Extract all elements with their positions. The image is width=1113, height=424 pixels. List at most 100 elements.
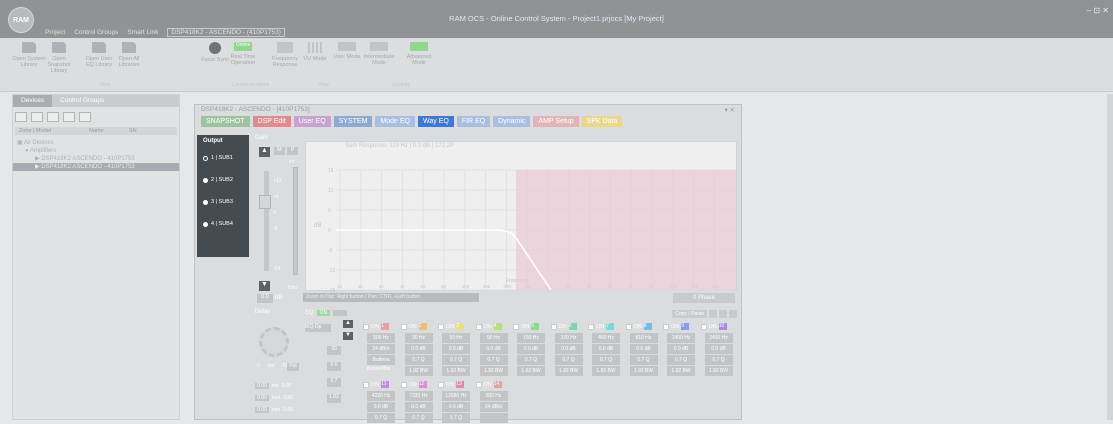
col-name[interactable]: Name xyxy=(85,127,125,135)
delay-ms-field[interactable]: 0.00 xyxy=(255,383,269,389)
eq-band-g-field[interactable]: 0.0 dB xyxy=(404,344,433,354)
tab-system[interactable]: SYSTEM xyxy=(333,116,373,127)
eq-band-g-field[interactable]: 0.0 dB xyxy=(667,344,695,354)
ribbon-button-folder[interactable]: Open User EQ Library xyxy=(82,42,116,68)
tab-dynamic[interactable]: Dynamic xyxy=(493,116,531,127)
eq-band-q-field[interactable]: 0.7 Q xyxy=(554,355,583,365)
eq-band-f-field[interactable]: 270 Hz xyxy=(554,333,583,343)
eq-band-g-field[interactable]: 0.0 dB xyxy=(517,344,545,354)
output-channel-4[interactable]: 4 | SUB4 xyxy=(197,213,249,235)
eq-band-f-field[interactable]: 12680 Hz xyxy=(442,391,470,401)
refresh-icon[interactable] xyxy=(31,112,43,122)
copy-paste-button[interactable]: Copy / Paste xyxy=(672,310,707,318)
mute-button[interactable]: M xyxy=(274,147,285,155)
eq-band-q-field[interactable]: 0.7 Q xyxy=(667,355,695,365)
tab-snapshot[interactable]: SNAPSHOT xyxy=(201,116,250,127)
eq-band-3-toggle[interactable]: ON 3 xyxy=(438,322,465,331)
eq-band-f-field[interactable]: 2430 Hz xyxy=(704,333,733,343)
tab-way-eq[interactable]: Way EQ xyxy=(418,116,454,127)
eq-bw-field[interactable]: 1.82 xyxy=(327,394,341,403)
eq-band-g-field[interactable]: 24 dB/o xyxy=(479,402,508,412)
eq-band-q-field[interactable] xyxy=(479,413,508,423)
tree-item-device-selected[interactable]: ▶ DSP418K2 ASCENDO - 410P1753 xyxy=(13,163,179,171)
delay-mm-field[interactable]: 0.00 xyxy=(255,407,269,413)
search-icon[interactable] xyxy=(15,112,27,122)
eq-band-f-field[interactable]: 460 Hz xyxy=(592,333,620,343)
eq-band-f-field[interactable]: 810 Hz xyxy=(629,333,658,343)
gain-slider-handle[interactable] xyxy=(259,195,271,209)
eq-band-f-field[interactable]: 1400 Hz xyxy=(667,333,695,343)
frequency-response-graph[interactable]: 181260-6-12-1810203040506010020030040060… xyxy=(305,141,737,294)
eq-band-q-field[interactable]: 0.7 Q xyxy=(517,355,545,365)
tab-dsp-edit[interactable]: DSP Edit xyxy=(252,116,291,127)
ribbon-button-folder[interactable]: Open System Library xyxy=(12,42,46,68)
eq-band-6-toggle[interactable]: ON 6 xyxy=(550,322,577,331)
eq-band-4-toggle[interactable]: ON 4 xyxy=(475,322,502,331)
tree-item-all-devices[interactable]: ▣ All Devices xyxy=(13,139,179,147)
tree-item-amplifiers[interactable]: ● Amplifiers xyxy=(13,147,179,155)
ribbon-button-freq-response[interactable]: Frequency Response xyxy=(268,42,302,68)
ribbon-button-realtime[interactable]: Online Real Time Operation xyxy=(226,42,260,66)
folder-icon[interactable] xyxy=(719,310,727,318)
gain-value-field[interactable]: 0.0 xyxy=(257,294,273,303)
eq-band-g-field[interactable]: 24 dB/o xyxy=(367,344,395,354)
polarity-button[interactable]: P xyxy=(287,147,298,155)
delay-reset-button[interactable]: Rst xyxy=(287,363,299,371)
eq-band-8-toggle[interactable]: ON 8 xyxy=(625,322,652,331)
tab-amp-setup[interactable]: AMP Setup xyxy=(533,116,579,127)
eq-band-bw-field[interactable]: 1.92 BW xyxy=(667,366,695,376)
eq-band-q-field[interactable]: 0.7 Q xyxy=(404,413,433,423)
eq-band-10-toggle[interactable]: ON 10 xyxy=(700,322,727,331)
ribbon-button-folder[interactable]: Open Snapshot Library xyxy=(42,42,76,74)
eq-band-f-field[interactable]: 30 Hz xyxy=(404,333,433,343)
col-sn[interactable]: SN xyxy=(125,127,141,135)
undo-icon[interactable] xyxy=(729,310,737,318)
eq-band-12-toggle[interactable]: ON 12 xyxy=(400,380,427,389)
menu-device-tab[interactable]: DSP418K2 - ASCENDO - (410P1753) xyxy=(167,28,285,37)
eq-band-g-field[interactable]: 0.0 dB xyxy=(442,402,470,412)
eq-freq-field[interactable]: 30 xyxy=(327,346,341,355)
menu-project[interactable]: Project xyxy=(45,29,65,37)
eq-band-bw-field[interactable]: 1.92 BW xyxy=(592,366,620,376)
gain-down-button[interactable]: ▼ xyxy=(259,281,270,291)
eq-band-bw-field[interactable]: 1.92 BW xyxy=(554,366,583,376)
ribbon-button-vu-meter[interactable]: VU Mode xyxy=(298,42,332,62)
eq-band-g-field[interactable]: 0.0 dB xyxy=(404,402,433,412)
eq-band-bw-field[interactable]: 1.92 BW xyxy=(479,366,508,376)
eq-band-g-field[interactable]: 0.0 dB xyxy=(629,344,658,354)
eq-band-f-field[interactable]: 50 Hz xyxy=(442,333,470,343)
collapse-icon[interactable] xyxy=(79,112,91,122)
eq-type-select[interactable]: BiQ-Dp xyxy=(305,324,331,332)
tree-item-device[interactable]: ▶ DSP418K2 ASCENDO - 410P1753 xyxy=(13,155,179,163)
menu-smart-link[interactable]: Smart Link xyxy=(127,29,158,37)
dsp-window-controls[interactable]: ▾ ✕ xyxy=(724,106,735,114)
eq-band-f-field[interactable]: 500 Hz xyxy=(479,391,508,401)
scrollbar[interactable] xyxy=(1107,94,1113,420)
tab-user-eq[interactable]: User EQ xyxy=(293,116,331,127)
output-channel-2[interactable]: 2 | SUB2 xyxy=(197,169,249,191)
ribbon-button-intermediate-mode[interactable]: Intermediate Mode xyxy=(362,42,396,66)
col-zone-model[interactable]: Zone | Model xyxy=(15,127,85,135)
eq-bypass-toggle[interactable] xyxy=(333,310,348,316)
output-channel-1[interactable]: 1 | SUB1 xyxy=(197,147,249,169)
eq-band-bw-field[interactable]: 1.92 BW xyxy=(629,366,658,376)
eq-gain-field[interactable]: 0.0 xyxy=(327,362,341,371)
eq-type-down[interactable]: ▼ xyxy=(343,332,353,340)
ribbon-button-folder[interactable]: Open All Libraries xyxy=(112,42,146,68)
eq-band-f-field[interactable]: 4220 Hz xyxy=(367,391,395,401)
eq-band-bw-field[interactable]: 1.92 BW xyxy=(442,366,470,376)
tab-devices[interactable]: Devices xyxy=(13,95,53,107)
eq-band-g-field[interactable]: 0.0 dB xyxy=(704,344,733,354)
eq-band-q-field[interactable]: 0.7 Q xyxy=(442,355,470,365)
eq-band-g-field[interactable]: 0.0 dB xyxy=(554,344,583,354)
eq-band-f-field[interactable]: 90 Hz xyxy=(479,333,508,343)
eq-band-1-toggle[interactable]: ON 1 xyxy=(363,322,390,331)
eq-band-9-toggle[interactable]: ON 9 xyxy=(663,322,690,331)
eq-band-7-toggle[interactable]: ON 7 xyxy=(588,322,615,331)
eq-band-bw-field[interactable]: 1.92 BW xyxy=(517,366,545,376)
eq-band-g-field[interactable]: 0.0 dB xyxy=(442,344,470,354)
eq-q-field[interactable]: 0.7 xyxy=(327,378,341,387)
eq-band-q-field[interactable]: 0.7 Q xyxy=(704,355,733,365)
tab-mode-eq[interactable]: Mode EQ xyxy=(375,116,416,127)
eq-band-q-field[interactable]: 0.7 Q xyxy=(367,413,395,423)
